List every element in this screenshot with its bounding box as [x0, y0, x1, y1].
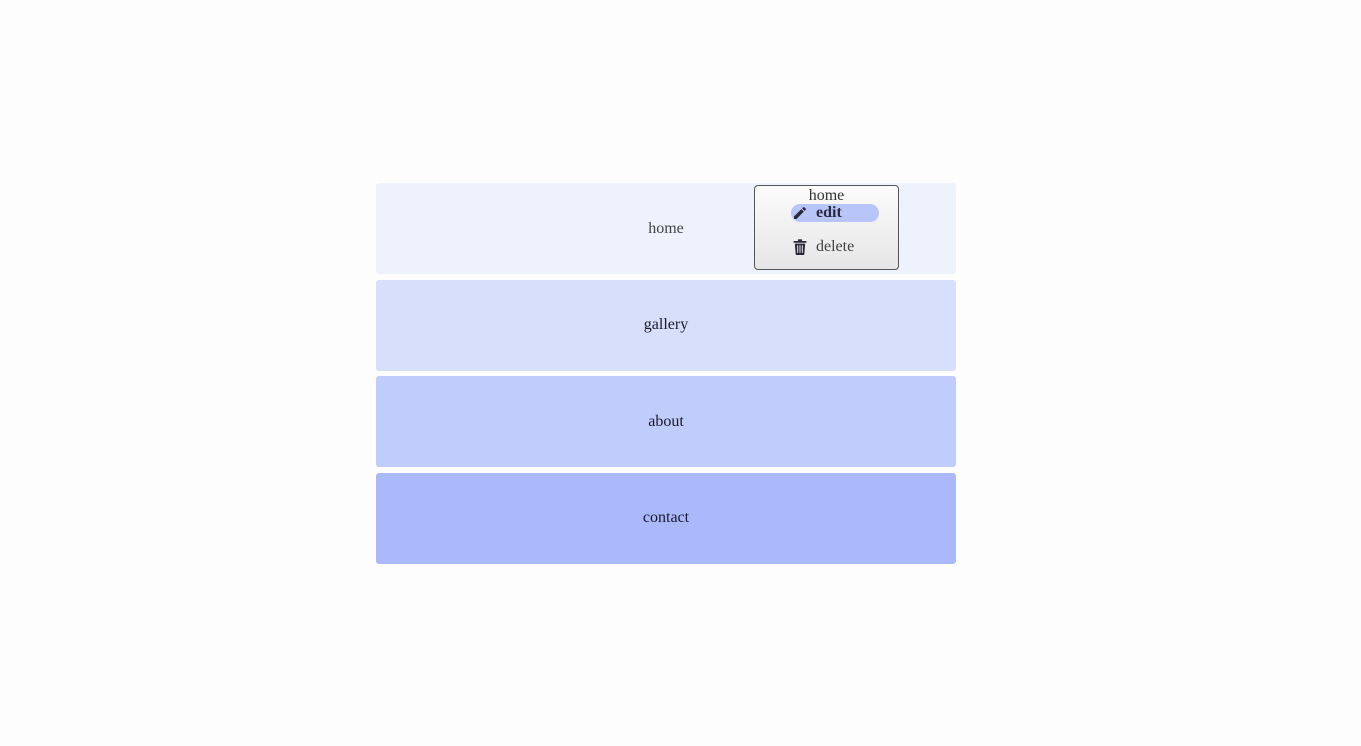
nav-item-label: gallery: [643, 316, 689, 333]
context-menu: home edit delete: [754, 185, 899, 270]
pencil-icon: [791, 204, 809, 222]
context-menu-title: home: [808, 187, 845, 204]
edit-menu-label: edit: [816, 204, 842, 221]
page: home gallery about contact home edit del…: [0, 0, 1361, 746]
nav-item-about[interactable]: about: [376, 376, 956, 467]
nav-item-label: about: [648, 412, 684, 430]
nav-item-label: home: [648, 219, 684, 237]
delete-menu-label: delete: [816, 238, 855, 255]
trash-icon: [791, 238, 809, 256]
nav-item-contact[interactable]: contact: [376, 472, 956, 564]
nav-item-gallery[interactable]: gallery: [376, 279, 956, 371]
nav-item-label: contact: [642, 509, 690, 526]
delete-menu-item[interactable]: delete: [791, 238, 879, 256]
edit-menu-item[interactable]: edit: [791, 204, 879, 222]
